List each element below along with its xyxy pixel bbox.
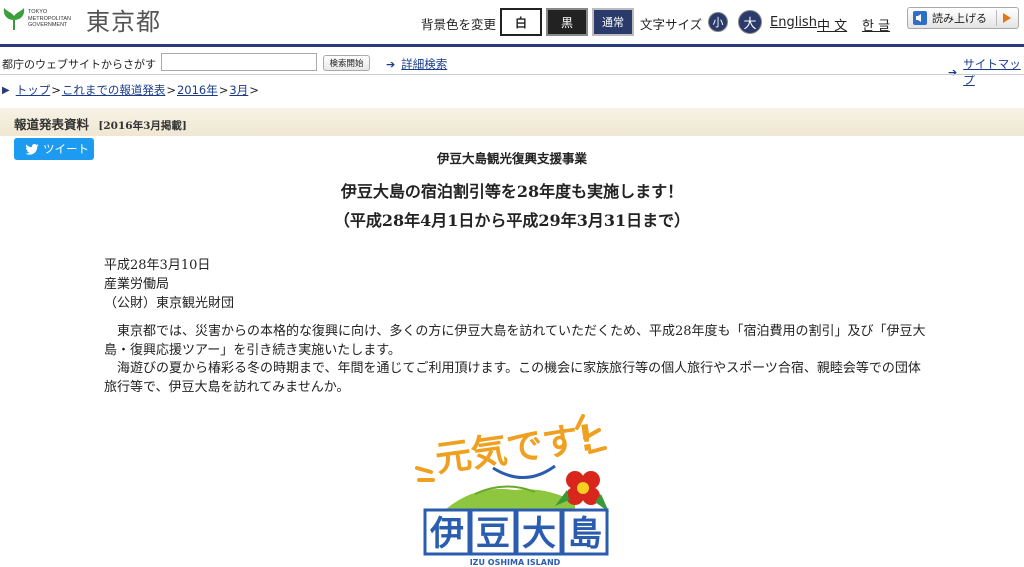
- speaker-icon: [913, 11, 927, 25]
- section-title-text: 報道発表資料: [14, 117, 90, 132]
- lang-chinese-link[interactable]: 中 文: [817, 15, 847, 34]
- font-small-button[interactable]: 小: [708, 12, 728, 32]
- read-aloud-button[interactable]: 読み上げる: [907, 7, 1019, 29]
- section-date: [2016年3月掲載]: [98, 120, 187, 132]
- ginkgo-icon: [3, 8, 25, 30]
- sitemap-link[interactable]: ➔ サイトマップ: [948, 56, 1024, 88]
- read-aloud-label: 読み上げる: [932, 12, 987, 25]
- tokyo-logo[interactable]: TOKYO METROPOLITAN GOVERNMENT 東京都: [2, 4, 161, 36]
- svg-text:伊: 伊: [429, 514, 464, 554]
- svg-text:島: 島: [568, 514, 602, 554]
- article-paragraph-2: 海遊びの夏から椿彩る冬の時期まで、年間を通じてご利用頂けます。この機会に家族旅行…: [104, 361, 921, 395]
- breadcrumb-releases[interactable]: これまでの報道発表: [62, 82, 166, 98]
- sitemap-label[interactable]: サイトマップ: [963, 56, 1024, 88]
- font-size-label: 文字サイズ: [640, 17, 703, 32]
- search-button[interactable]: 検索開始: [323, 55, 370, 71]
- svg-text:IZU OSHIMA ISLAND: IZU OSHIMA ISLAND: [470, 558, 561, 567]
- search-input[interactable]: [161, 53, 317, 71]
- svg-text:大: 大: [522, 514, 556, 554]
- lang-korean-link[interactable]: 한 글: [862, 15, 890, 34]
- advanced-search-link[interactable]: ➔ 詳細検索: [386, 56, 447, 72]
- bg-normal-button[interactable]: 通常: [592, 8, 634, 36]
- breadcrumb-separator: >: [249, 83, 259, 97]
- section-title: 報道発表資料 [2016年3月掲載]: [14, 114, 187, 133]
- svg-text:元気です!: 元気です!: [433, 418, 598, 481]
- article-paragraph-1: 東京都では、災害からの本格的な復興に向け、多くの方に伊豆大島を訪れていただくため…: [104, 324, 926, 358]
- search-label: 都庁のウェブサイトからさがす: [2, 58, 156, 71]
- bg-white-button[interactable]: 白: [500, 8, 542, 36]
- breadcrumb-separator: >: [218, 83, 229, 97]
- breadcrumb-separator: >: [51, 83, 61, 97]
- play-icon: [996, 10, 1016, 26]
- release-bureau: 産業労働局: [104, 277, 170, 292]
- lang-english-link[interactable]: English: [770, 15, 817, 30]
- arrow-right-icon: ➔: [948, 65, 958, 79]
- breadcrumb-month[interactable]: 3月: [229, 82, 248, 98]
- article-category: 伊豆大島観光復興支援事業: [436, 151, 587, 166]
- search-divider: [0, 74, 1024, 75]
- breadcrumb-top[interactable]: トップ: [16, 82, 51, 98]
- bg-black-button[interactable]: 黒: [546, 8, 588, 36]
- header-rule: [0, 44, 1024, 47]
- advanced-search-label[interactable]: 詳細検索: [401, 56, 447, 72]
- arrow-right-icon: ➔: [386, 57, 396, 71]
- article-title: 伊豆大島の宿泊割引等を28年度も実施します！: [340, 182, 684, 201]
- logo-english: TOKYO METROPOLITAN GOVERNMENT: [28, 9, 71, 29]
- breadcrumb-year[interactable]: 2016年: [177, 82, 218, 98]
- izu-oshima-campaign-logo: 元気です! 伊 豆 大 島 IZU OSHIMA ISLAND: [415, 414, 609, 567]
- article-period: （平成28年4月1日から平成29年3月31日まで）: [333, 211, 691, 230]
- triangle-right-icon: ▶: [2, 84, 10, 96]
- breadcrumb-separator: >: [166, 83, 176, 97]
- font-large-button[interactable]: 大: [738, 10, 762, 34]
- svg-text:豆: 豆: [476, 514, 510, 554]
- breadcrumb: ▶ トップ > これまでの報道発表 > 2016年 > 3月 >: [2, 82, 260, 98]
- logo-japanese: 東京都: [86, 7, 161, 36]
- release-foundation: （公財）東京観光財団: [104, 296, 235, 311]
- release-date: 平成28年3月10日: [104, 258, 211, 273]
- header: TOKYO METROPOLITAN GOVERNMENT 東京都 背景色を変更…: [0, 0, 1024, 44]
- background-color-label: 背景色を変更: [421, 17, 497, 32]
